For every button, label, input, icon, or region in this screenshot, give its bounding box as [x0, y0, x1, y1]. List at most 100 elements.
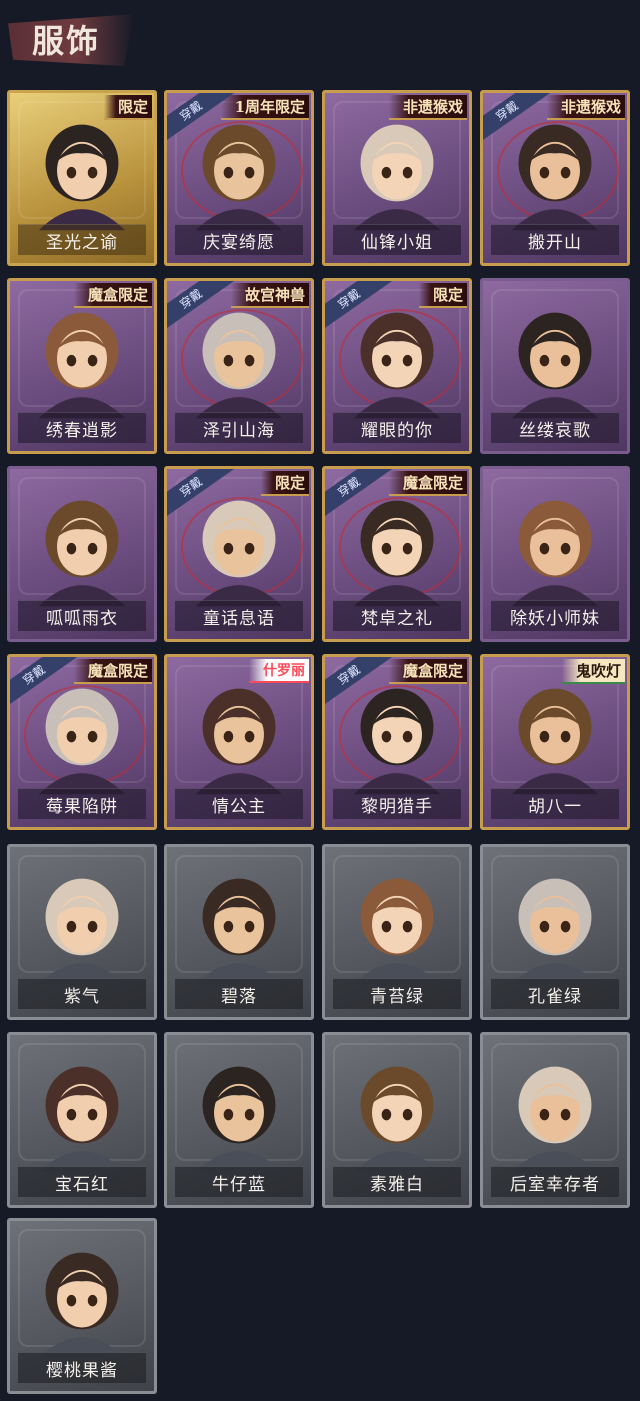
costume-card[interactable]: 除妖小师妹 — [480, 466, 630, 642]
costume-name-bar: 丝缕哀歌 — [491, 412, 619, 443]
character-portrait — [38, 878, 126, 985]
costume-name: 庆宴绮愿 — [203, 232, 275, 253]
costume-name-bar: 仙锋小姐 — [333, 224, 461, 255]
costume-name-bar: 除妖小师妹 — [491, 600, 619, 631]
costume-card[interactable]: 魔盒限定 穿戴 梵卓之礼 — [322, 466, 472, 642]
costume-name-bar: 碧落 — [175, 978, 303, 1009]
costume-name: 后室幸存者 — [510, 1174, 600, 1195]
costume-name-bar: 樱桃果酱 — [18, 1352, 146, 1383]
costume-card[interactable]: 后室幸存者 — [480, 1032, 630, 1208]
costume-tag-badge: 魔盒限定 — [388, 659, 467, 684]
character-portrait — [511, 1066, 599, 1173]
costume-name: 胡八一 — [528, 796, 582, 817]
costume-name-bar: 耀眼的你 — [333, 412, 461, 443]
costume-tag-badge: 鬼吹灯 — [561, 659, 625, 684]
costume-name-bar: 莓果陷阱 — [18, 788, 146, 819]
costume-tag-badge: 非遗猴戏 — [546, 95, 625, 120]
character-portrait — [195, 1066, 283, 1173]
costume-name: 紫气 — [64, 986, 100, 1007]
costume-name: 搬开山 — [528, 232, 582, 253]
costume-name-bar: 绣春逍影 — [18, 412, 146, 443]
costume-name-bar: 童话息语 — [175, 600, 303, 631]
costume-name: 圣光之谕 — [46, 232, 118, 253]
costume-name-bar: 庆宴绮愿 — [175, 224, 303, 255]
costume-card[interactable]: 青苔绿 — [322, 844, 472, 1020]
costume-name: 情公主 — [212, 796, 266, 817]
costume-name: 梵卓之礼 — [361, 608, 433, 629]
costume-name: 牛仔蓝 — [212, 1174, 266, 1195]
character-portrait — [511, 312, 599, 419]
costume-name-bar: 孔雀绿 — [491, 978, 619, 1009]
character-portrait — [38, 1252, 126, 1359]
costume-name-bar: 圣光之谕 — [18, 224, 146, 255]
costume-name-bar: 素雅白 — [333, 1166, 461, 1197]
costume-name-bar: 呱呱雨衣 — [18, 600, 146, 631]
costume-name-bar: 情公主 — [175, 788, 303, 819]
character-portrait — [511, 500, 599, 607]
costume-tag-badge: 魔盒限定 — [73, 283, 152, 308]
costume-name: 耀眼的你 — [361, 420, 433, 441]
costume-tag-badge: 什罗丽 — [249, 659, 309, 683]
costume-tag-badge: 故宫神兽 — [230, 283, 309, 308]
costume-card[interactable]: 限定圣光之谕 — [7, 90, 157, 266]
costume-card[interactable]: 非遗猴戏仙锋小姐 — [322, 90, 472, 266]
costume-card[interactable]: 故宫神兽 穿戴 泽引山海 — [164, 278, 314, 454]
costume-tag-badge: 非遗猴戏 — [388, 95, 467, 120]
costume-name-bar: 宝石红 — [18, 1166, 146, 1197]
costume-name: 樱桃果酱 — [46, 1360, 118, 1381]
costume-tag-badge: 1周年限定 — [220, 95, 309, 120]
character-portrait — [353, 878, 441, 985]
costume-name: 丝缕哀歌 — [519, 420, 591, 441]
costume-card[interactable]: 呱呱雨衣 — [7, 466, 157, 642]
character-portrait — [38, 500, 126, 607]
costume-name: 呱呱雨衣 — [46, 608, 118, 629]
character-portrait — [38, 1066, 126, 1173]
costume-card[interactable]: 丝缕哀歌 — [480, 278, 630, 454]
costume-card[interactable]: 素雅白 — [322, 1032, 472, 1208]
costume-card[interactable]: 鬼吹灯胡八一 — [480, 654, 630, 830]
costume-name: 素雅白 — [370, 1174, 424, 1195]
costume-card[interactable]: 碧落 — [164, 844, 314, 1020]
costume-card[interactable]: 宝石红 — [7, 1032, 157, 1208]
costume-name-bar: 黎明猎手 — [333, 788, 461, 819]
costume-card[interactable]: 非遗猴戏 穿戴 搬开山 — [480, 90, 630, 266]
costume-tag-badge: 魔盒限定 — [73, 659, 152, 684]
costume-grid: 限定 圣光之谕 1周年限定 穿戴 庆宴绮愿 非遗猴戏 仙锋小姐 非遗猴戏 穿戴 搬开山 魔盒限定 绣春… — [0, 0, 640, 1401]
costume-tag-badge: 限定 — [103, 95, 152, 120]
costume-name: 青苔绿 — [370, 986, 424, 1007]
costume-card[interactable]: 魔盒限定 穿戴 黎明猎手 — [322, 654, 472, 830]
costume-name-bar: 青苔绿 — [333, 978, 461, 1009]
costume-tag-badge: 限定 — [418, 283, 467, 308]
costume-name-bar: 泽引山海 — [175, 412, 303, 443]
costume-name-bar: 牛仔蓝 — [175, 1166, 303, 1197]
costume-card[interactable]: 樱桃果酱 — [7, 1218, 157, 1394]
costume-card[interactable]: 孔雀绿 — [480, 844, 630, 1020]
character-portrait — [353, 1066, 441, 1173]
costume-name-bar: 后室幸存者 — [491, 1166, 619, 1197]
costume-tag-badge: 限定 — [260, 471, 309, 496]
costume-name: 莓果陷阱 — [46, 796, 118, 817]
costume-card[interactable]: 什罗丽情公主 — [164, 654, 314, 830]
costume-card[interactable]: 紫气 — [7, 844, 157, 1020]
costume-card[interactable]: 牛仔蓝 — [164, 1032, 314, 1208]
character-portrait — [195, 878, 283, 985]
costume-card[interactable]: 魔盒限定绣春逍影 — [7, 278, 157, 454]
costume-name: 黎明猎手 — [361, 796, 433, 817]
costume-name-bar: 胡八一 — [491, 788, 619, 819]
costume-name: 仙锋小姐 — [361, 232, 433, 253]
costume-name-bar: 紫气 — [18, 978, 146, 1009]
costume-card[interactable]: 限定 穿戴 耀眼的你 — [322, 278, 472, 454]
costume-name: 孔雀绿 — [528, 986, 582, 1007]
costume-name: 除妖小师妹 — [510, 608, 600, 629]
costume-card[interactable]: 魔盒限定 穿戴 莓果陷阱 — [7, 654, 157, 830]
costume-name-bar: 梵卓之礼 — [333, 600, 461, 631]
costume-name: 绣春逍影 — [46, 420, 118, 441]
costume-card[interactable]: 限定 穿戴 童话息语 — [164, 466, 314, 642]
costume-name: 碧落 — [221, 986, 257, 1007]
costume-card[interactable]: 1周年限定 穿戴 庆宴绮愿 — [164, 90, 314, 266]
costume-name: 童话息语 — [203, 608, 275, 629]
costume-tag-badge: 魔盒限定 — [388, 471, 467, 496]
character-portrait — [511, 878, 599, 985]
costume-name: 泽引山海 — [203, 420, 275, 441]
costume-name-bar: 搬开山 — [491, 224, 619, 255]
